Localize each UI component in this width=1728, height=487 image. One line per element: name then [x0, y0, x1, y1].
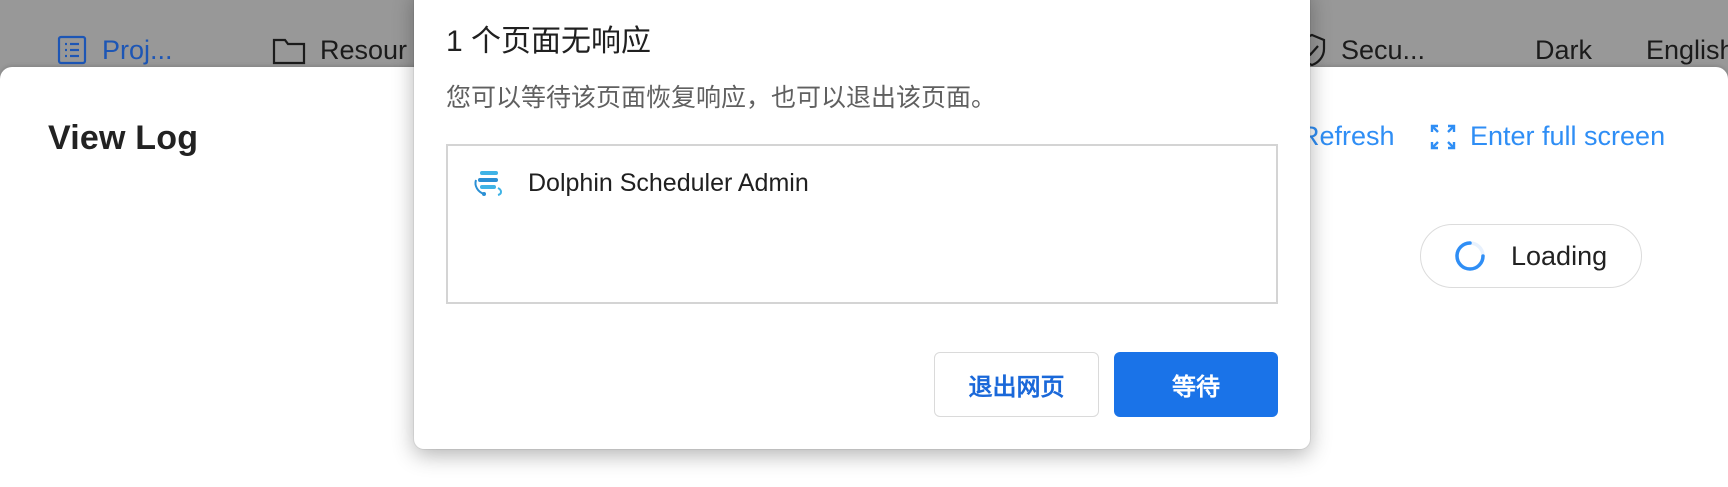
unresponsive-pages-list: Dolphin Scheduler Admin — [446, 144, 1278, 304]
page-unresponsive-dialog: 1 个页面无响应 您可以等待该页面恢复响应，也可以退出该页面。 Dolphin … — [414, 0, 1310, 449]
loading-indicator: Loading — [1420, 224, 1642, 288]
fullscreen-button[interactable]: Enter full screen — [1430, 121, 1665, 152]
dolphin-scheduler-logo-icon — [472, 168, 506, 198]
nav-projects-label: Proj... — [102, 34, 173, 65]
nav-item-security[interactable]: Secu... — [1297, 32, 1425, 68]
nav-security-label: Secu... — [1341, 34, 1426, 65]
nav-item-resources[interactable]: Resour — [272, 32, 407, 68]
list-item: Dolphin Scheduler Admin — [472, 168, 809, 198]
list-icon — [56, 34, 88, 66]
page-name: Dolphin Scheduler Admin — [528, 168, 809, 197]
dialog-message: 您可以等待该页面恢复响应，也可以退出该页面。 — [446, 84, 997, 112]
wait-button[interactable]: 等待 — [1114, 352, 1278, 417]
refresh-button[interactable]: Refresh — [1300, 121, 1395, 152]
theme-toggle[interactable]: Dark — [1535, 32, 1592, 68]
nav-resources-label: Resour — [320, 34, 408, 65]
panel-title: View Log — [48, 119, 199, 157]
exit-page-button[interactable]: 退出网页 — [934, 352, 1099, 417]
spinner-icon — [1453, 239, 1487, 273]
expand-icon — [1430, 124, 1456, 150]
nav-item-projects[interactable]: Proj... — [56, 32, 173, 68]
dialog-title: 1 个页面无响应 — [446, 25, 652, 58]
loading-label: Loading — [1511, 240, 1608, 271]
fullscreen-label: Enter full screen — [1470, 121, 1666, 151]
folder-icon — [272, 35, 306, 65]
language-selector[interactable]: English — [1646, 32, 1728, 68]
